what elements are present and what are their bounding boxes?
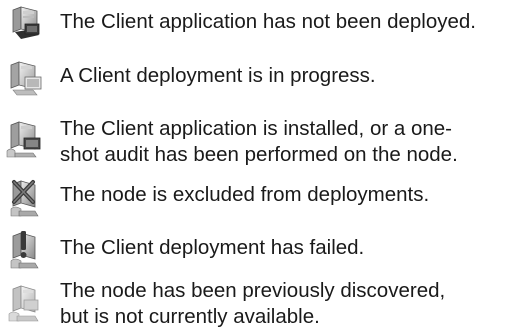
legend-item-text: but is not currently available. xyxy=(60,305,320,328)
legend-item-text: The node has been previously discovered, xyxy=(60,279,446,302)
computer-client-installed-icon xyxy=(3,117,47,161)
legend-item-text: The Client application has not been depl… xyxy=(60,10,476,33)
computer-excluded-icon xyxy=(3,176,47,220)
node-status-legend: The Client application has not been depl… xyxy=(0,0,517,334)
computer-not-deployed-icon xyxy=(3,2,47,46)
legend-item-text: The node is excluded from deployments. xyxy=(60,183,430,206)
legend-item-text: The Client deployment has failed. xyxy=(60,236,365,259)
computer-deployment-in-progress-icon xyxy=(3,57,47,101)
computer-unavailable-icon xyxy=(3,281,47,325)
computer-deployment-failed-icon xyxy=(3,228,47,272)
legend-item-text: A Client deployment is in progress. xyxy=(60,64,376,87)
legend-item-text: The Client application is installed, or … xyxy=(60,117,452,140)
legend-item-text: shot audit has been performed on the nod… xyxy=(60,143,458,166)
